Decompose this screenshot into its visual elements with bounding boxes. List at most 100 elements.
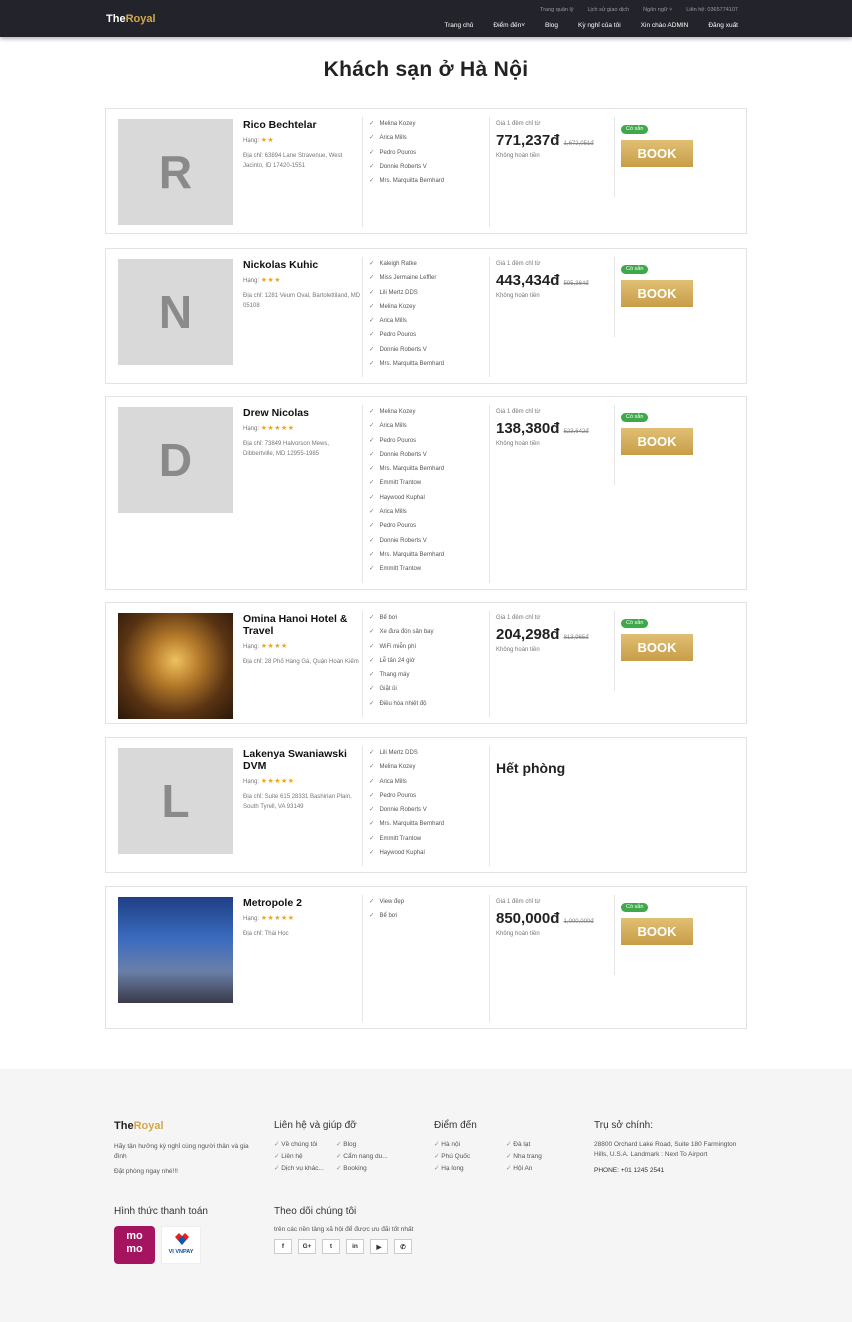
- top-header: TheRoyal Trang quản lý Lịch sử giao dịch…: [0, 0, 852, 37]
- footer-dest-hoian[interactable]: Hội An: [506, 1164, 568, 1172]
- contact-phone: Liên hệ: 0365774107: [686, 7, 738, 13]
- check-icon: ✓: [369, 331, 375, 339]
- hotel-card: D Drew Nicolas Hạng: ★★★★★ Địa chỉ: 7384…: [105, 396, 747, 590]
- check-icon: ✓: [369, 898, 375, 905]
- check-icon: ✓: [369, 791, 375, 799]
- book-button[interactable]: BOOK: [621, 918, 693, 945]
- language-dropdown[interactable]: Ngôn ngữ ˅: [643, 7, 672, 13]
- price-value: 771,237đ 1,672,051đ: [496, 132, 594, 149]
- hotel-name[interactable]: Drew Nicolas: [243, 407, 361, 419]
- footer-dest-hanoi[interactable]: Hà nội: [434, 1140, 506, 1148]
- hotel-photo[interactable]: [118, 897, 233, 1003]
- footer-follow-title: Theo dõi chúng tôi: [274, 1206, 357, 1217]
- hotel-address: Địa chỉ: 73849 Halvorson Mews, Dibbertvi…: [243, 441, 330, 457]
- hotel-address: Địa chỉ: 1281 Veum Oval, Bartolettiland,…: [243, 293, 361, 309]
- footer-hq: Trụ sở chính: 28800 Orchard Lake Road, S…: [594, 1120, 739, 1174]
- price-value: 850,000đ 1,000,000đ: [496, 910, 594, 927]
- footer-follow-desc: trên các nền tảng xã hội để được ưu đãi …: [274, 1226, 414, 1233]
- footer-dest-title: Điểm đến: [434, 1120, 477, 1131]
- nav-my-trips[interactable]: Kỳ nghỉ của tôi: [578, 22, 621, 29]
- hotel-name[interactable]: Nickolas Kuhic: [243, 259, 361, 271]
- amenity-item: ✓ Bể bơi: [369, 614, 398, 621]
- book-button[interactable]: BOOK: [621, 280, 693, 307]
- footer-dest-halong[interactable]: Hạ long: [434, 1164, 506, 1172]
- original-price: 595,364đ: [563, 281, 589, 287]
- nav-logout[interactable]: Đăng xuất: [708, 22, 738, 29]
- site-logo[interactable]: TheRoyal: [106, 13, 156, 25]
- hotel-card: R Rico Bechtelar Hạng: ★★ Địa chỉ: 63894…: [105, 108, 747, 234]
- whatsapp-icon[interactable]: ✆: [394, 1239, 412, 1254]
- footer-contact-title: Liên hệ và giúp đỡ: [274, 1120, 357, 1131]
- check-icon: ✓: [369, 834, 375, 842]
- check-icon: ✓: [369, 134, 375, 142]
- youtube-icon[interactable]: ▶: [370, 1239, 388, 1254]
- amenity-item: ✓ WiFi miễn phí: [369, 642, 417, 650]
- hotel-placeholder-image[interactable]: D: [118, 407, 233, 513]
- google-plus-icon[interactable]: G+: [298, 1239, 316, 1254]
- footer-dest-dalat[interactable]: Đà lạt: [506, 1140, 568, 1148]
- vnpay-icon: [175, 1233, 189, 1245]
- hotel-name[interactable]: Rico Bechtelar: [243, 119, 361, 131]
- nav-destinations[interactable]: Điểm đến˅: [493, 22, 525, 29]
- booking-actions: Có sẵn BOOK: [614, 117, 704, 197]
- hotel-placeholder-image[interactable]: L: [118, 748, 233, 854]
- manage-link[interactable]: Trang quản lý: [540, 7, 573, 13]
- amenity-item: ✓ Donnie Roberts V: [369, 806, 427, 814]
- check-icon: ✓: [369, 671, 375, 679]
- amenity-item: ✓ Emmitt Trantow: [369, 479, 422, 487]
- star-rating: ★★★★★: [260, 778, 295, 785]
- amenity-item: ✓ Melina Kozey: [369, 763, 416, 771]
- hotel-card: Omina Hanoi Hotel & Travel Hạng: ★★★★ Đị…: [105, 602, 747, 724]
- facebook-icon[interactable]: f: [274, 1239, 292, 1254]
- book-button[interactable]: BOOK: [621, 634, 693, 661]
- hotel-rank: Hạng: ★★★★: [243, 643, 288, 650]
- hotel-name[interactable]: Metropole 2: [243, 897, 361, 909]
- price-block: Giá 1 đêm chỉ từ 443,434đ 595,364đ Không…: [489, 257, 614, 377]
- nav-blog[interactable]: Blog: [545, 22, 558, 29]
- check-icon: ✓: [369, 345, 375, 353]
- hotel-placeholder-image[interactable]: R: [118, 119, 233, 225]
- book-button[interactable]: BOOK: [621, 428, 693, 455]
- hotel-placeholder-image[interactable]: N: [118, 259, 233, 365]
- amenity-item: ✓ Donnie Roberts V: [369, 162, 427, 170]
- amenity-item: ✓ View đẹp: [369, 898, 405, 905]
- check-icon: ✓: [369, 522, 375, 530]
- original-price: 813,965đ: [563, 635, 589, 641]
- footer-hq-address: 28800 Orchard Lake Road, Suite 180 Farmi…: [594, 1141, 737, 1158]
- footer-link-blog[interactable]: Blog: [336, 1140, 398, 1148]
- footer-link-about[interactable]: Về chúng tôi: [274, 1140, 336, 1148]
- footer-link-guide[interactable]: Cẩm nang du...: [336, 1152, 398, 1160]
- twitter-icon[interactable]: t: [322, 1239, 340, 1254]
- linkedin-icon[interactable]: in: [346, 1239, 364, 1254]
- check-icon: ✓: [369, 508, 375, 516]
- footer-link-services[interactable]: Dịch vụ khác...: [274, 1164, 336, 1172]
- footer-link-contact[interactable]: Liên hệ: [274, 1152, 336, 1160]
- footer-dest-phuquoc[interactable]: Phú Quốc: [434, 1152, 506, 1160]
- nav-home[interactable]: Trang chủ: [444, 22, 473, 29]
- hotel-name[interactable]: Lakenya Swaniawski DVM: [243, 748, 361, 772]
- footer-logo[interactable]: TheRoyal: [114, 1120, 254, 1132]
- hotel-rank: Hạng: ★★★★★: [243, 425, 295, 432]
- amenity-item: ✓ Mrs. Marquitta Bernhard: [369, 465, 445, 473]
- amenity-list: ✓ Lili Mertz DDS ✓ Melina Kozey ✓ Arica Mills…: [362, 746, 489, 866]
- footer-hq-title: Trụ sở chính:: [594, 1120, 653, 1131]
- footer-dest-nhatrang[interactable]: Nha trang: [506, 1152, 568, 1160]
- nav-user-greeting[interactable]: Xin chào ADMIN: [641, 22, 689, 29]
- hotel-rank: Hạng: ★★: [243, 137, 275, 144]
- amenity-item: ✓ Arica Mills: [369, 134, 407, 142]
- check-icon: ✓: [369, 288, 375, 296]
- history-link[interactable]: Lịch sử giao dịch: [587, 7, 629, 13]
- hotel-info: Lakenya Swaniawski DVM Hạng: ★★★★★ Địa c…: [243, 748, 361, 812]
- amenity-item: ✓ Bể bơi: [369, 912, 398, 920]
- check-icon: ✓: [369, 120, 375, 127]
- booking-actions: Có sẵn BOOK: [614, 405, 704, 485]
- hotel-name[interactable]: Omina Hanoi Hotel & Travel: [243, 613, 361, 637]
- footer-link-booking[interactable]: Booking: [336, 1164, 398, 1172]
- hotel-photo[interactable]: [118, 613, 233, 719]
- check-icon: ✓: [369, 465, 375, 473]
- page-title: Khách sạn ở Hà Nội: [323, 58, 529, 81]
- hotel-info: Drew Nicolas Hạng: ★★★★★ Địa chỉ: 73849 …: [243, 407, 361, 459]
- book-button[interactable]: BOOK: [621, 140, 693, 167]
- check-icon: ✓: [369, 685, 375, 693]
- availability-badge: Có sẵn: [621, 412, 649, 422]
